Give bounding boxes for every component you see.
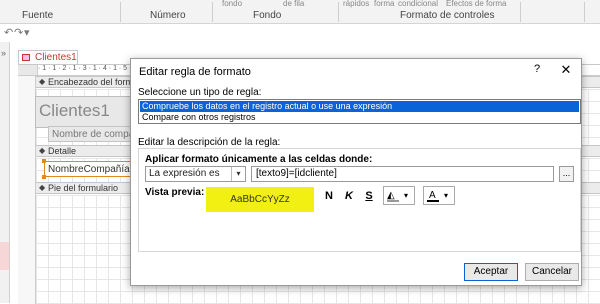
rule-type-label: Seleccione un tipo de regla: <box>138 87 262 98</box>
customize-icon[interactable]: ▾ <box>24 26 30 39</box>
chevron-down-icon: ▾ <box>444 191 449 200</box>
ribbon-separator <box>212 2 213 22</box>
edit-description-label: Editar la descripción de la regla: <box>138 137 281 148</box>
preview-sample: AaBbCcYyZz <box>206 187 314 212</box>
condition-select[interactable]: La expresión es ▾ <box>145 166 246 182</box>
ribbon-group-fuente: Fuente <box>22 10 54 21</box>
tab-clientes1[interactable]: Clientes1 <box>18 50 78 64</box>
chevron-down-icon: ▾ <box>404 191 409 200</box>
nav-item-highlight <box>0 242 9 270</box>
dialog-title: Editar regla de formato <box>139 66 251 78</box>
section-toggle-icon: ◆ <box>39 146 46 155</box>
condition-value: La expresión es <box>149 168 220 179</box>
undo-icon[interactable]: ↶ <box>4 26 13 39</box>
ribbon-fragment-rapidos[interactable]: rápidos <box>343 0 369 8</box>
edit-format-rule-dialog: Editar regla de formato ? ✕ Seleccione u… <box>130 58 582 286</box>
help-icon[interactable]: ? <box>530 63 544 77</box>
section-label: Pie del formulario <box>48 183 119 193</box>
title-control[interactable]: Clientes1 <box>35 96 135 128</box>
move-handle[interactable] <box>42 159 46 163</box>
ribbon-group-formato-controles: Formato de controles <box>400 10 495 21</box>
ribbon: fondo de fila rápidos forma condicional … <box>0 0 600 24</box>
company-name-field[interactable]: NombreCompañía <box>44 161 134 177</box>
accept-button[interactable]: Aceptar <box>464 263 518 281</box>
ribbon-fragment-efectos[interactable]: Efectos de forma <box>446 0 506 8</box>
rule-description-panel: Aplicar formato únicamente a las celdas … <box>138 148 581 252</box>
ribbon-separator <box>120 2 121 22</box>
ribbon-fragment-fondo[interactable]: fondo <box>222 0 242 8</box>
font-color-indicator <box>427 200 439 202</box>
section-toggle-icon: ◆ <box>39 183 46 192</box>
name-label-control[interactable]: Nombre de compañía <box>48 126 133 142</box>
expression-builder-button[interactable]: ... <box>559 166 574 182</box>
ribbon-fragment-de-fila[interactable]: de fila <box>283 0 304 8</box>
close-icon[interactable]: ✕ <box>558 62 574 78</box>
ribbon-separator <box>520 2 521 22</box>
preview-label: Vista previa: <box>145 187 205 198</box>
underline-button[interactable]: S <box>362 187 376 205</box>
rule-type-option-selected[interactable]: Compruebe los datos en el registro actua… <box>140 101 579 112</box>
italic-button[interactable]: K <box>342 187 356 205</box>
font-color-button[interactable]: A ▾ <box>423 186 455 205</box>
ribbon-separator <box>584 2 585 22</box>
cancel-button[interactable]: Cancelar <box>525 263 579 281</box>
ruler-corner[interactable] <box>18 65 38 76</box>
chevron-down-icon[interactable]: ▾ <box>231 167 245 181</box>
ribbon-fragment-forma[interactable]: forma <box>374 0 394 8</box>
tab-label: Clientes1 <box>35 52 77 63</box>
resize-handle[interactable] <box>42 175 46 179</box>
fill-color-button[interactable]: ◭ ▾ <box>383 186 415 205</box>
apply-format-label: Aplicar formato únicamente a las celdas … <box>145 154 373 165</box>
section-label: Detalle <box>48 146 77 156</box>
redo-icon[interactable]: ↷ <box>14 26 23 39</box>
quick-access-row: ↶ ↷ ▾ <box>0 24 600 42</box>
ribbon-fragment-condicional[interactable]: condicional <box>398 0 438 8</box>
expand-chevron-icon[interactable]: » <box>1 48 6 58</box>
form-icon <box>22 54 30 61</box>
ribbon-separator <box>338 2 339 22</box>
fill-color-indicator <box>387 200 399 202</box>
rule-type-list[interactable]: Compruebe los datos en el registro actua… <box>138 99 581 124</box>
vertical-ruler[interactable] <box>18 76 36 304</box>
section-toggle-icon: ◆ <box>39 77 46 86</box>
ribbon-group-numero: Número <box>150 10 186 21</box>
rule-type-option[interactable]: Compare con otros registros <box>140 112 579 123</box>
navigation-pane-collapsed[interactable]: » <box>0 42 10 303</box>
ribbon-group-fondo: Fondo <box>253 10 282 21</box>
bold-button[interactable]: N <box>322 187 336 205</box>
expression-input[interactable]: [texto9]=[idcliente] <box>251 166 554 182</box>
